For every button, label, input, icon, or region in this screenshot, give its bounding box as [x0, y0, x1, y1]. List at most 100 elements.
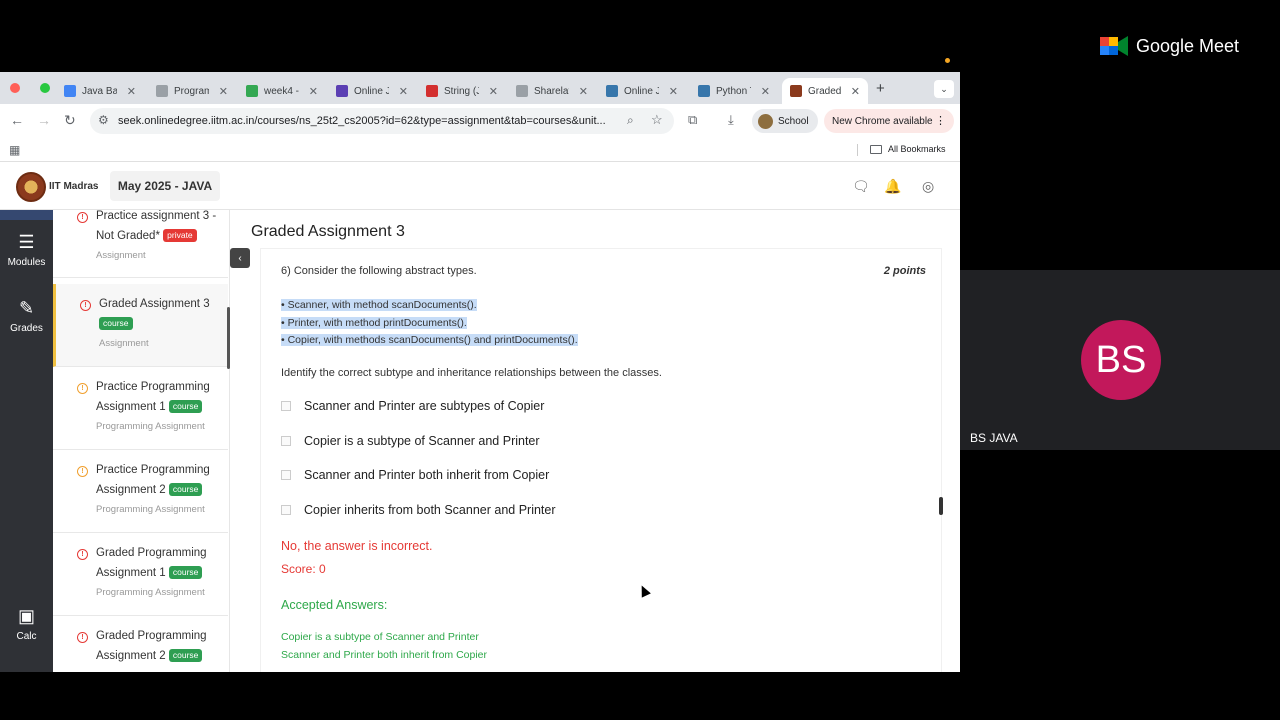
account-icon[interactable]: ◎: [922, 178, 934, 195]
tab-title: Java Ba: [82, 85, 117, 97]
browser-tab[interactable]: Program ✕: [148, 78, 236, 104]
onlinegdb-icon: [336, 85, 348, 97]
docs-icon: [64, 85, 76, 97]
course-list-item[interactable]: ! Practice Programming Assignment 2 cours…: [53, 450, 228, 533]
close-tab-icon[interactable]: ✕: [399, 85, 408, 98]
site-header: IIT Madras May 2025 - JAVA 🗨 🔔 ◎: [0, 162, 960, 210]
item-subtitle: Programming Assignment: [96, 587, 205, 598]
python-icon: [606, 85, 618, 97]
globe-icon: [516, 85, 528, 97]
score-text: Score: 0: [281, 562, 326, 576]
tab-title: Online J: [624, 85, 659, 97]
rail-grades[interactable]: ✎ Grades: [0, 298, 53, 348]
new-tab-button[interactable]: +: [876, 80, 885, 97]
option-label: Copier inherits from both Scanner and Pr…: [304, 503, 556, 517]
item-title-text: Graded Assignment 3: [99, 298, 210, 310]
close-tab-icon[interactable]: ✕: [219, 85, 228, 98]
screen: Google Meet BS BS JAVA Java Ba ✕ Program ✕ w…: [0, 0, 1280, 720]
left-rail: ☰ Modules ✎ Grades ▣ Calc: [0, 210, 53, 672]
bell-icon[interactable]: 🔔: [884, 178, 901, 195]
option-checkbox[interactable]: [281, 470, 291, 480]
rail-grades-label: Grades: [10, 323, 43, 334]
item-subtitle: Assignment: [99, 338, 149, 349]
question-points: 2 points: [883, 265, 926, 277]
option-4[interactable]: Copier inherits from both Scanner and Pr…: [281, 503, 556, 517]
close-tab-icon[interactable]: ✕: [489, 85, 498, 98]
option-1[interactable]: Scanner and Printer are subtypes of Copi…: [281, 399, 544, 413]
type-line: • Scanner, with method scanDocuments().: [281, 299, 477, 311]
browser-tab[interactable]: week4 - ✕: [238, 78, 326, 104]
collapse-sidebar-button[interactable]: ‹: [230, 248, 250, 268]
browser-tab[interactable]: Graded ✕: [782, 78, 868, 104]
iitm-logo[interactable]: [16, 172, 46, 202]
google-meet-logo: Google Meet: [1100, 34, 1239, 58]
tab-search-button[interactable]: ⌄: [934, 80, 954, 98]
course-list-item[interactable]: ! Graded Assignment 3 course Assignment: [53, 284, 228, 367]
term-selector[interactable]: May 2025 - JAVA: [110, 171, 220, 201]
close-tab-icon[interactable]: ✕: [127, 85, 136, 98]
option-3[interactable]: Scanner and Printer both inherit from Co…: [281, 468, 549, 482]
close-tab-icon[interactable]: ✕: [579, 85, 588, 98]
rail-modules[interactable]: ☰ Modules: [0, 232, 53, 282]
all-bookmarks-button[interactable]: All Bookmarks: [870, 144, 946, 154]
tab-title: Sharelat: [534, 85, 569, 97]
item-title: Practice assignment 3 - Not Graded* priv…: [96, 210, 221, 246]
close-tab-icon[interactable]: ✕: [851, 85, 860, 98]
close-tab-icon[interactable]: ✕: [309, 85, 318, 98]
item-title: Graded Assignment 3 course: [99, 294, 224, 334]
close-tab-icon[interactable]: ✕: [669, 85, 678, 98]
close-tab-icon[interactable]: ✕: [761, 85, 770, 98]
status-icon: !: [77, 383, 88, 394]
reload-icon[interactable]: ↻: [64, 112, 76, 129]
browser-tab[interactable]: String (J ✕: [418, 78, 506, 104]
bookmarks-divider: [857, 144, 858, 156]
question-prompt: Identify the correct subtype and inherit…: [281, 367, 662, 379]
forward-icon[interactable]: →: [37, 112, 51, 128]
update-label: New Chrome available: [832, 115, 933, 127]
status-icon: !: [77, 212, 88, 223]
close-window-button[interactable]: [10, 83, 20, 93]
option-checkbox[interactable]: [281, 436, 291, 446]
zoom-icon[interactable]: ⌕: [627, 113, 634, 128]
option-checkbox[interactable]: [281, 401, 291, 411]
folder-icon: [870, 144, 882, 154]
more-menu-icon[interactable]: ⋮: [935, 114, 946, 127]
item-subtitle: Assignment: [96, 250, 146, 261]
browser-tab[interactable]: Online J ✕: [598, 78, 686, 104]
status-icon: !: [80, 300, 91, 311]
update-chrome-button[interactable]: New Chrome available ⋮: [824, 109, 954, 133]
site-info-icon[interactable]: ⚙: [98, 113, 109, 127]
download-icon[interactable]: ⤓: [728, 112, 734, 128]
option-checkbox[interactable]: [281, 505, 291, 515]
url-text: seek.onlinedegree.iitm.ac.in/courses/ns_…: [118, 115, 606, 127]
participant-name: BS JAVA: [970, 431, 1018, 445]
tab-title: Python T: [716, 85, 751, 97]
chat-icon[interactable]: 🗨: [852, 178, 870, 195]
browser-toolbar: ← → ↻ ⚙ seek.onlinedegree.iitm.ac.in/cou…: [0, 104, 960, 138]
course-list-item[interactable]: ! Practice assignment 3 - Not Graded* pri…: [53, 210, 228, 278]
rail-calc[interactable]: ▣ Calc: [0, 606, 53, 656]
apps-grid-icon[interactable]: ▦: [9, 143, 20, 157]
site-name: IIT Madras: [49, 181, 99, 192]
profile-button[interactable]: School: [752, 109, 818, 133]
content-scrollbar[interactable]: [939, 497, 943, 515]
participant-tile[interactable]: BS BS JAVA: [960, 270, 1280, 450]
zoom-window-button[interactable]: [40, 83, 50, 93]
browser-tab[interactable]: Sharelat ✕: [508, 78, 596, 104]
type-line: • Copier, with methods scanDocuments() a…: [281, 334, 578, 346]
browser-tab[interactable]: Java Ba ✕: [56, 78, 144, 104]
option-2[interactable]: Copier is a subtype of Scanner and Print…: [281, 434, 540, 448]
browser-tab[interactable]: Online J ✕: [328, 78, 416, 104]
bookmark-star-icon[interactable]: ☆: [651, 112, 663, 128]
course-list-item[interactable]: ! Graded Programming Assignment 1 course P…: [53, 533, 228, 616]
back-icon[interactable]: ←: [10, 112, 24, 128]
course-list: ! Practice assignment 3 - Not Graded* pri…: [53, 210, 230, 672]
browser-tab[interactable]: Python T ✕: [690, 78, 778, 104]
course-list-item[interactable]: ! Graded Programming Assignment 2 course: [53, 616, 228, 672]
feedback-message: No, the answer is incorrect.: [281, 539, 433, 553]
course-list-item[interactable]: ! Practice Programming Assignment 1 cours…: [53, 367, 228, 450]
status-icon: !: [77, 632, 88, 643]
extensions-icon[interactable]: ⧉: [688, 112, 697, 128]
address-bar[interactable]: ⚙ seek.onlinedegree.iitm.ac.in/courses/n…: [90, 108, 674, 134]
accepted-answer: Scanner and Printer both inherit from Co…: [281, 649, 488, 661]
